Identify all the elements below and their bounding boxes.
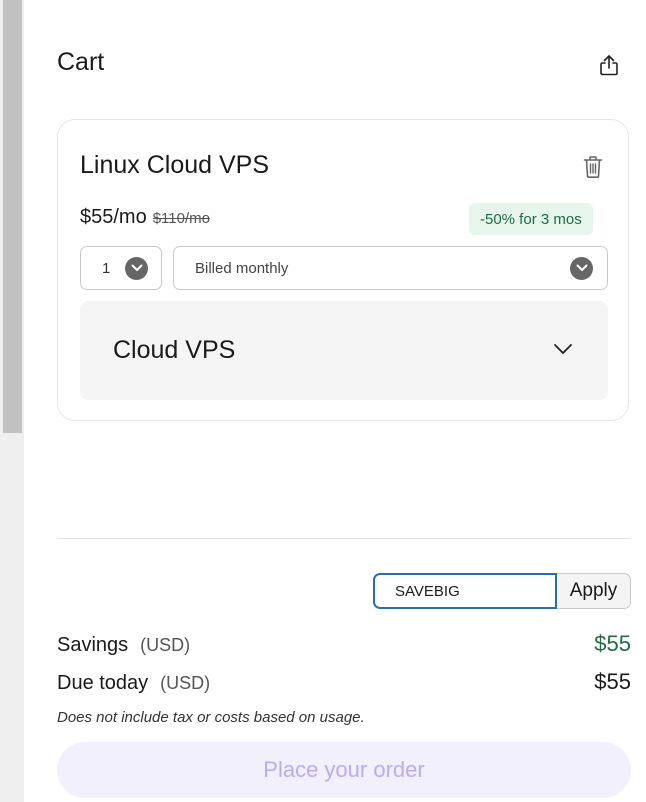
current-price: $55/mo <box>80 206 147 228</box>
accordion-title: Cloud VPS <box>113 336 236 364</box>
divider <box>57 538 631 539</box>
cart-title: Cart <box>57 48 105 76</box>
chevron-down-icon <box>125 256 148 280</box>
price-row: $55/mo $110/mo <box>80 206 210 229</box>
share-icon <box>600 55 618 76</box>
coupon-code-input[interactable] <box>373 573 557 609</box>
cart-item-card: Linux Cloud VPS $55/mo $110/mo -50% for … <box>57 119 629 421</box>
billing-period-value: Billed monthly <box>195 259 289 277</box>
chevron-down-icon <box>570 256 593 280</box>
due-today-row: Due today (USD) $55 <box>57 669 631 695</box>
tax-note: Does not include tax or costs based on u… <box>57 709 365 726</box>
due-today-value: $55 <box>594 669 631 694</box>
savings-label: Savings <box>57 634 129 656</box>
due-today-currency: (USD) <box>160 673 211 693</box>
scrollbar-track[interactable] <box>0 0 24 802</box>
trash-icon <box>583 156 603 178</box>
quantity-value: 1 <box>102 259 111 277</box>
cloud-vps-accordion[interactable]: Cloud VPS <box>80 301 608 400</box>
savings-currency: (USD) <box>140 635 191 655</box>
savings-value: $55 <box>594 631 631 656</box>
scrollbar-thumb[interactable] <box>3 0 22 433</box>
product-name: Linux Cloud VPS <box>80 151 270 179</box>
savings-row: Savings (USD) $55 <box>57 631 631 657</box>
place-order-button[interactable]: Place your order <box>57 742 631 798</box>
chevron-down-icon <box>552 341 574 357</box>
quantity-select[interactable]: 1 <box>80 246 162 290</box>
share-button[interactable] <box>592 48 626 82</box>
original-price: $110/mo <box>152 210 210 227</box>
billing-period-select[interactable]: Billed monthly <box>173 246 608 290</box>
delete-item-button[interactable] <box>578 150 608 184</box>
due-today-label: Due today <box>57 672 149 694</box>
discount-badge: -50% for 3 mos <box>469 203 593 235</box>
apply-coupon-button[interactable]: Apply <box>557 573 631 609</box>
